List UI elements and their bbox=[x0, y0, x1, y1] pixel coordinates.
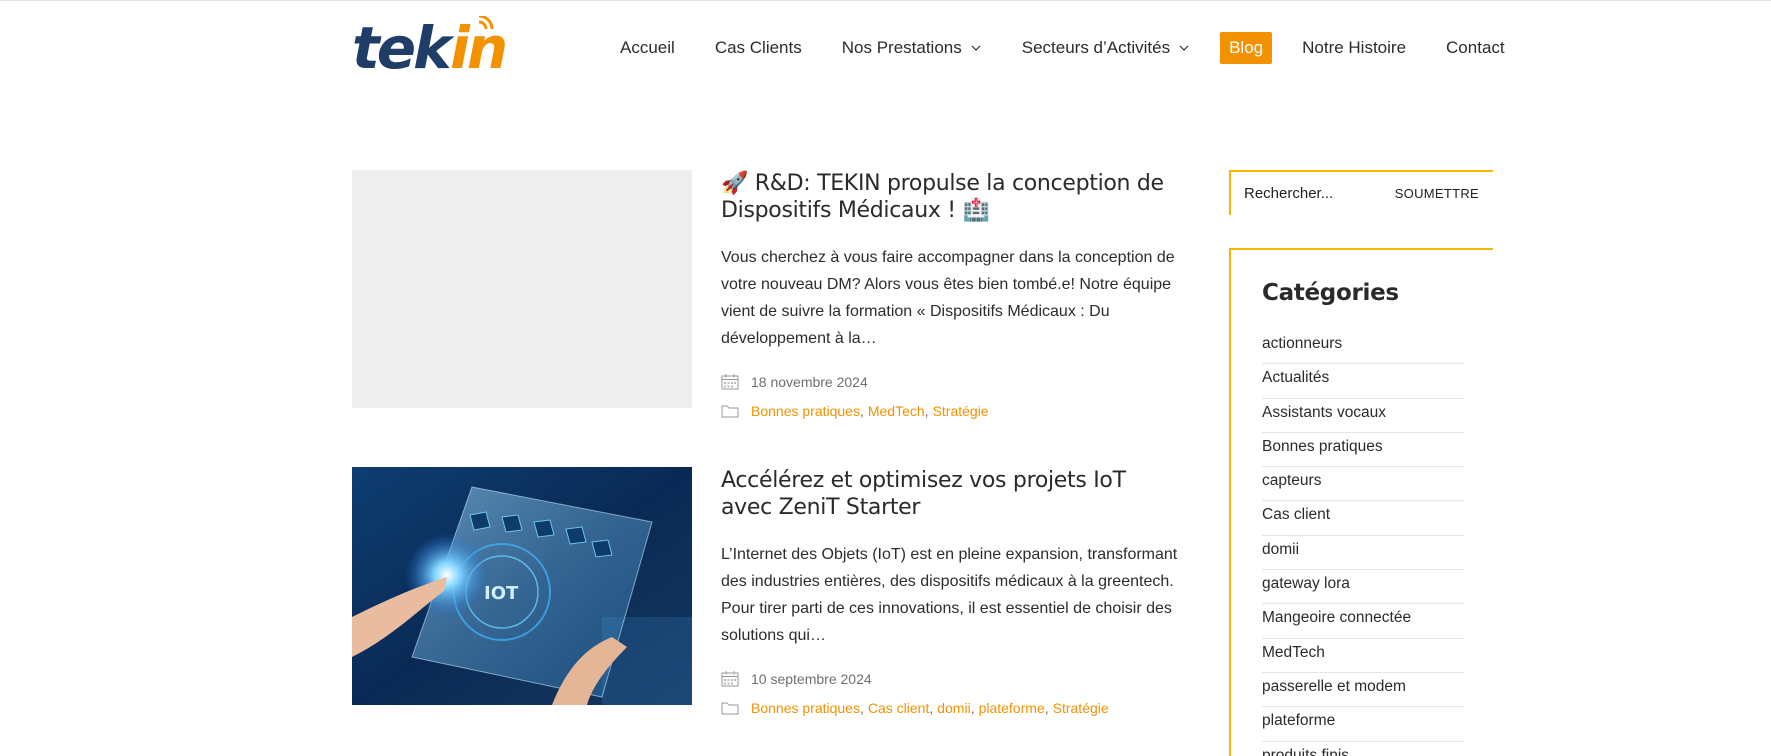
post-thumbnail-placeholder[interactable] bbox=[352, 170, 692, 408]
category-separator: , bbox=[924, 403, 929, 419]
top-border bbox=[0, 0, 1771, 1]
category-separator: , bbox=[970, 700, 975, 716]
categories-list: actionneurs Actualités Assistants vocaux… bbox=[1262, 330, 1464, 756]
nav-secteurs[interactable]: Secteurs d’Activités bbox=[1022, 38, 1190, 58]
category-separator: , bbox=[1044, 700, 1049, 716]
category-link[interactable]: domii bbox=[937, 700, 970, 716]
category-link[interactable]: Stratégie bbox=[1053, 700, 1109, 716]
nav-cas-clients[interactable]: Cas Clients bbox=[715, 38, 802, 58]
tekin-logo[interactable]: tek in bbox=[352, 14, 524, 82]
category-item[interactable]: Assistants vocaux bbox=[1262, 399, 1464, 433]
post-body: Accélérez et optimisez vos projets IoT a… bbox=[721, 467, 1183, 718]
nav-nos-prestations[interactable]: Nos Prestations bbox=[842, 38, 982, 58]
nav-nos-prestations-label: Nos Prestations bbox=[841, 38, 962, 57]
nav-notre-histoire-label: Notre Histoire bbox=[1302, 38, 1407, 57]
post-date: 18 novembre 2024 bbox=[721, 372, 1183, 392]
nav-cas-clients-label: Cas Clients bbox=[714, 38, 802, 57]
post-thumbnail-iot[interactable]: IOT bbox=[352, 467, 692, 705]
post-date-text: 18 novembre 2024 bbox=[751, 374, 868, 390]
nav-accueil-label: Accueil bbox=[620, 38, 675, 57]
iot-hand-image: IOT bbox=[352, 467, 692, 705]
svg-text:in: in bbox=[450, 16, 505, 76]
category-separator: , bbox=[859, 700, 864, 716]
category-item[interactable]: passerelle et modem bbox=[1262, 673, 1464, 708]
nav-blog[interactable]: Blog bbox=[1220, 32, 1273, 64]
post-date: 10 septembre 2024 bbox=[721, 669, 1183, 689]
nav-contact[interactable]: Contact bbox=[1446, 38, 1505, 58]
post-excerpt: Vous cherchez à vous faire accompagner d… bbox=[721, 249, 1175, 347]
calendar-icon bbox=[721, 374, 739, 390]
category-link[interactable]: Bonnes pratiques bbox=[751, 403, 860, 419]
category-item[interactable]: Actualités bbox=[1262, 364, 1464, 399]
main-nav: Accueil Cas Clients Nos Prestations Sect… bbox=[620, 30, 1505, 66]
post-title[interactable]: Accélérez et optimisez vos projets IoT a… bbox=[721, 467, 1183, 521]
category-item[interactable]: actionneurs bbox=[1262, 330, 1464, 365]
category-separator: , bbox=[859, 403, 864, 419]
chevron-down-icon bbox=[1179, 45, 1189, 51]
post-title[interactable]: 🚀 R&D: TEKIN propulse la conception de D… bbox=[721, 170, 1183, 224]
post-categories: Bonnes pratiques, Cas client, domii, pla… bbox=[721, 698, 1183, 718]
category-link[interactable]: Stratégie bbox=[933, 403, 989, 419]
post-body: 🚀 R&D: TEKIN propulse la conception de D… bbox=[721, 170, 1183, 421]
category-item[interactable]: produits finis bbox=[1262, 742, 1464, 756]
category-item[interactable]: Cas client bbox=[1262, 501, 1464, 536]
nav-secteurs-label: Secteurs d’Activités bbox=[1021, 38, 1171, 57]
post-date-text: 10 septembre 2024 bbox=[751, 671, 872, 687]
categories-title: Catégories bbox=[1262, 280, 1399, 306]
sidebar-categories: Catégories actionneurs Actualités Assist… bbox=[1229, 248, 1493, 756]
category-link[interactable]: Bonnes pratiques bbox=[751, 700, 860, 716]
chevron-down-icon bbox=[971, 45, 981, 51]
category-separator: , bbox=[929, 700, 934, 716]
category-link[interactable]: plateforme bbox=[979, 700, 1045, 716]
search-input[interactable] bbox=[1244, 185, 1394, 202]
post-categories: Bonnes pratiques, MedTech, Stratégie bbox=[721, 401, 1183, 421]
category-item[interactable]: Bonnes pratiques bbox=[1262, 433, 1464, 468]
category-item[interactable]: domii bbox=[1262, 536, 1464, 571]
nav-notre-histoire[interactable]: Notre Histoire bbox=[1302, 38, 1406, 58]
category-link[interactable]: Cas client bbox=[868, 700, 929, 716]
sidebar-search: SOUMETTRE bbox=[1229, 170, 1493, 215]
search-submit-button[interactable]: SOUMETTRE bbox=[1395, 186, 1479, 201]
category-item[interactable]: Mangeoire connectée bbox=[1262, 604, 1464, 639]
folder-icon bbox=[721, 702, 739, 715]
nav-blog-label: Blog bbox=[1229, 38, 1264, 57]
calendar-icon bbox=[721, 671, 739, 687]
nav-accueil[interactable]: Accueil bbox=[620, 38, 675, 58]
category-item[interactable]: plateforme bbox=[1262, 707, 1464, 742]
nav-contact-label: Contact bbox=[1446, 38, 1505, 57]
category-item[interactable]: MedTech bbox=[1262, 639, 1464, 673]
folder-icon bbox=[721, 405, 739, 418]
svg-text:tek: tek bbox=[352, 16, 455, 76]
category-item[interactable]: gateway lora bbox=[1262, 570, 1464, 605]
category-item[interactable]: capteurs bbox=[1262, 467, 1464, 502]
category-link[interactable]: MedTech bbox=[868, 403, 925, 419]
post-excerpt: L’Internet des Objets (IoT) est en plein… bbox=[721, 546, 1178, 644]
iot-image-text: IOT bbox=[484, 583, 519, 604]
